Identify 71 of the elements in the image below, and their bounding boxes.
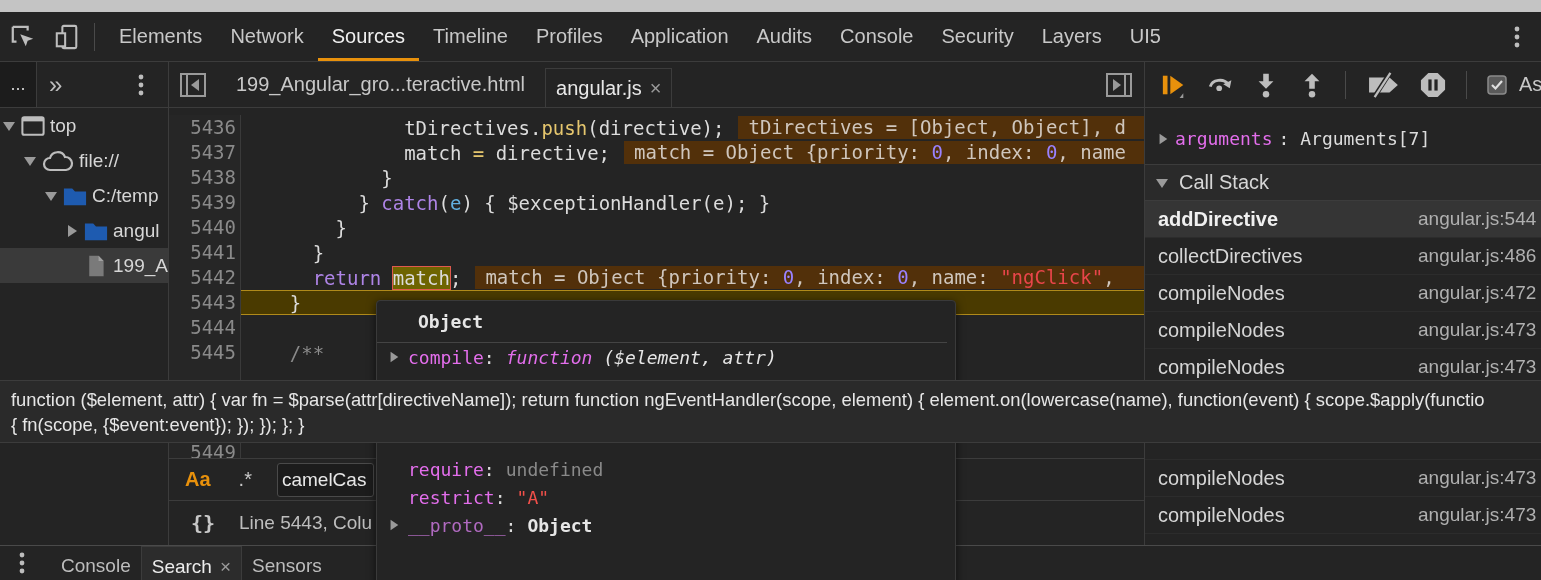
popover-title: Object xyxy=(377,301,947,343)
file-tab[interactable]: angular.js × xyxy=(545,68,673,107)
cloud-icon xyxy=(42,149,74,172)
async-checkbox[interactable] xyxy=(1487,74,1507,95)
tree-item[interactable]: file:// xyxy=(0,143,168,178)
panel-tab[interactable]: Sources xyxy=(317,12,420,61)
toggle-navigator-icon[interactable] xyxy=(180,72,206,97)
call-frame[interactable]: addDirective angular.js:544 xyxy=(1145,201,1541,238)
panel-tab[interactable]: Elements xyxy=(105,12,217,61)
more-options-icon[interactable] xyxy=(19,552,25,574)
panel-tab[interactable]: Console xyxy=(826,12,928,61)
tree-item[interactable]: 199_A xyxy=(0,248,168,283)
panel-tab[interactable]: Network xyxy=(216,12,318,61)
tree-item[interactable]: top xyxy=(0,108,168,143)
code-text: } xyxy=(311,241,325,264)
scope-variable[interactable]: arguments : Arguments[7] xyxy=(1145,128,1541,149)
more-options-icon[interactable] xyxy=(138,73,144,96)
code-text: } xyxy=(288,291,302,314)
code-text: tDirectives.push(directive); xyxy=(403,116,725,139)
expand-arrow-icon[interactable] xyxy=(388,351,400,363)
panel-tab[interactable]: Application xyxy=(616,12,743,61)
toggle-sidebar-icon[interactable] xyxy=(1106,72,1132,97)
frame-icon xyxy=(21,114,45,137)
property-row[interactable]: require: undefined xyxy=(377,455,955,483)
panel-tab[interactable]: Timeline xyxy=(419,12,522,61)
code-text: /** xyxy=(288,341,325,364)
code-text: match = directive; xyxy=(403,141,611,164)
inline-value: tDirectives = [Object, Object], d xyxy=(738,116,1144,139)
navigator-tab[interactable]: ... xyxy=(0,62,37,107)
more-options-icon[interactable] xyxy=(1514,25,1520,48)
drawer-tab[interactable]: Console xyxy=(51,546,141,580)
search-field[interactable]: camelCas xyxy=(276,462,374,497)
call-stack-header[interactable]: Call Stack xyxy=(1145,165,1541,201)
pretty-print-button[interactable]: {} xyxy=(183,511,223,535)
panel-tab[interactable]: Audits xyxy=(742,12,827,61)
call-frame[interactable]: collectDirectives angular.js:486 xyxy=(1145,238,1541,275)
drawer-tab[interactable]: Search × xyxy=(140,546,243,580)
code-text: } catch(e) { $exceptionHandler(e); } xyxy=(357,191,771,214)
more-tabs-button[interactable]: » xyxy=(49,62,63,107)
panel-tab[interactable]: UI5 xyxy=(1115,12,1175,61)
inline-value: match = Object {priority: 0, index: 0, name: "ngClick", xyxy=(475,266,1144,289)
code-text: } xyxy=(334,216,347,239)
deactivate-breakpoints-icon[interactable] xyxy=(1366,71,1400,98)
pause-on-exceptions-icon[interactable] xyxy=(1420,71,1446,98)
match-case-toggle[interactable]: Aa xyxy=(185,468,211,491)
expand-arrow-icon[interactable] xyxy=(388,519,400,531)
regex-toggle[interactable]: .* xyxy=(238,468,252,491)
panel-tab[interactable]: Security xyxy=(927,12,1028,61)
device-icon[interactable] xyxy=(54,23,80,50)
property-row[interactable]: restrict: "A" xyxy=(377,483,955,511)
tree-item[interactable]: C:/temp xyxy=(0,178,168,213)
drawer-tab[interactable]: Sensors xyxy=(242,546,332,580)
tooltip-text: function ($element, attr) { var fn = $parse(attr[directiveName]); return function ngEventHandler(scope, element) { element.on(lowercase(name), function(event) { scope.$apply(functio xyxy=(11,388,1486,412)
tooltip-text: { fn(scope, {$event:event}); }); }); }; } xyxy=(11,413,306,437)
async-label: As xyxy=(1519,73,1541,96)
call-frame[interactable]: compileNodes angular.js:473 xyxy=(1145,497,1541,534)
call-frame[interactable]: compileNodes angular.js:473 xyxy=(1145,312,1541,349)
expand-arrow-icon[interactable] xyxy=(65,223,79,238)
inline-value: match = Object {priority: 0, index: 0, name xyxy=(624,141,1144,164)
expandable-property[interactable]: __proto__: Object xyxy=(377,511,955,539)
expand-arrow-icon[interactable] xyxy=(1157,132,1169,145)
panel-tab[interactable]: Layers xyxy=(1027,12,1116,61)
tree-item[interactable]: angul xyxy=(0,213,168,248)
file-tab[interactable]: 199_Angular_gro...teractive.html xyxy=(222,62,546,107)
call-frame[interactable]: compileNodes angular.js:472 xyxy=(1145,275,1541,312)
code-text: return match; xyxy=(311,266,462,289)
expandable-property[interactable]: compile: function ($element, attr) xyxy=(377,343,955,371)
call-frame[interactable]: compileNodes angular.js:473 xyxy=(1145,460,1541,497)
cursor-position: Line 5443, Colu xyxy=(239,512,373,534)
panel-tab[interactable]: Profiles xyxy=(521,12,617,61)
code-text: } xyxy=(380,166,393,189)
